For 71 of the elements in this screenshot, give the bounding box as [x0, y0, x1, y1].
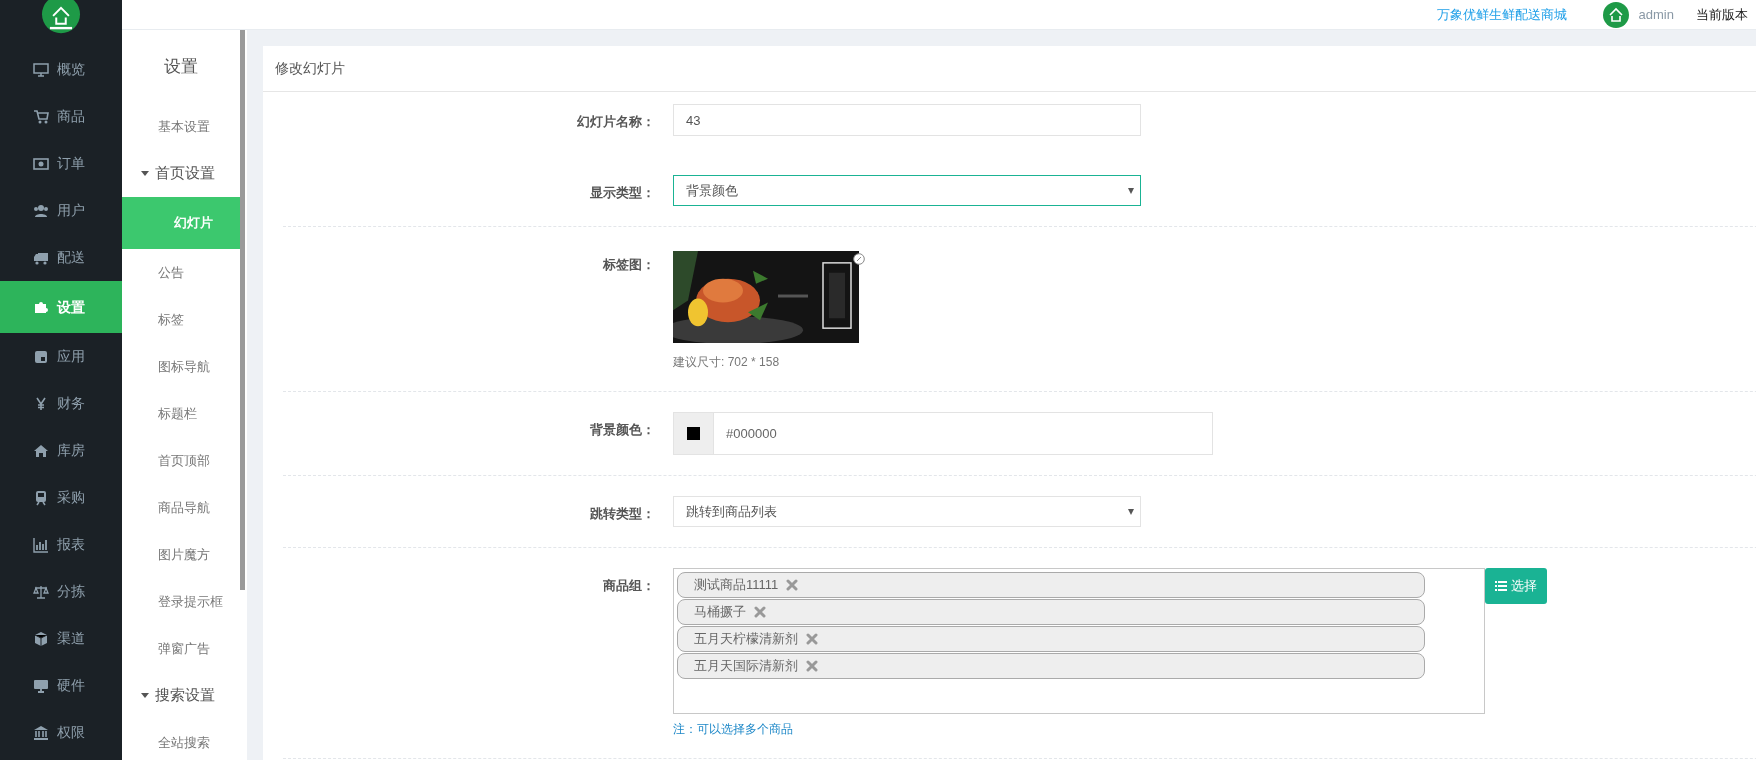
color-field[interactable]: #000000 — [673, 412, 1213, 455]
sidebar-group[interactable]: 首页设置 — [122, 150, 240, 197]
nav-item[interactable]: 分拣 — [0, 568, 122, 615]
nav-item[interactable]: 权限 — [0, 709, 122, 756]
nav-item[interactable]: 报表 — [0, 521, 122, 568]
panel-title: 修改幻灯片 — [263, 46, 1756, 92]
nav-item[interactable]: 配送 — [0, 234, 122, 281]
size-hint: 建议尺寸: 702 * 158 — [673, 354, 781, 371]
puzzle-icon — [33, 299, 49, 315]
caret-icon — [141, 693, 149, 698]
remove-icon[interactable] — [786, 579, 799, 591]
sidebar-item[interactable]: 标签 — [122, 296, 240, 343]
sidebar-item[interactable]: 图标导航 — [122, 343, 240, 390]
nav-item[interactable]: 应用 — [0, 333, 122, 380]
sidebar-item[interactable]: 登录提示框 — [122, 578, 240, 625]
yen-icon — [33, 395, 49, 412]
users-icon — [33, 202, 49, 219]
field-label: 标签图： — [602, 256, 656, 274]
sidebar-group[interactable]: 搜索设置 — [122, 672, 240, 719]
cart-icon — [33, 108, 49, 125]
tag-text: 五月天柠檬清新剂 — [694, 630, 798, 649]
nav-item[interactable]: 商品 — [0, 93, 122, 140]
field-label: 跳转类型： — [589, 505, 656, 523]
sidebar-item[interactable]: 图片魔方 — [122, 531, 240, 578]
nav-item[interactable]: 采购 — [0, 474, 122, 521]
scale-icon — [33, 583, 49, 600]
nav-item[interactable]: 概览 — [0, 46, 122, 93]
desktop-icon — [33, 677, 49, 694]
select-field[interactable]: 背景颜色 — [673, 175, 1141, 206]
nav-item[interactable]: 财务 — [0, 380, 122, 427]
home-icon — [33, 442, 49, 459]
sidebar-item[interactable]: 弹窗广告 — [122, 625, 240, 672]
sidebar-item[interactable]: 首页顶部 — [122, 437, 240, 484]
tag-box[interactable]: 测试商品11111 马桶撅子 五月天柠檬清新剂 五月天国际清新剂 — [673, 568, 1485, 714]
tag-text: 测试商品11111 — [694, 576, 779, 595]
banknote-icon — [33, 155, 49, 172]
tag-text: 五月天国际清新剂 — [694, 657, 798, 676]
sidebar-item[interactable]: 商品导航 — [122, 484, 240, 531]
field-label: 幻灯片名称： — [576, 113, 656, 131]
scrollbar[interactable] — [240, 30, 245, 590]
train-icon — [33, 489, 49, 506]
sidebar-item[interactable]: 全站搜索 — [122, 719, 240, 760]
sidebar-item[interactable]: 标题栏 — [122, 390, 240, 437]
field-label: 背景颜色： — [589, 421, 656, 439]
list-icon — [1495, 581, 1507, 591]
sidebar-title: 设置 — [163, 55, 199, 78]
remove-icon[interactable] — [806, 633, 818, 645]
sidebar-item[interactable]: 公告 — [122, 249, 240, 296]
nav-item[interactable]: 用户 — [0, 187, 122, 234]
note-text: 注：可以选择多个商品 — [673, 721, 794, 738]
field-label: 显示类型： — [589, 184, 656, 202]
version-label: 当前版本 — [1696, 5, 1748, 24]
caret-icon — [141, 171, 149, 176]
bank-icon — [33, 724, 49, 741]
nav-item[interactable]: 硬件 — [0, 662, 122, 709]
nav-item[interactable]: 订单 — [0, 140, 122, 187]
monitor-icon — [33, 61, 49, 78]
remove-icon[interactable] — [806, 660, 818, 672]
cube-icon — [33, 630, 49, 647]
field-label: 商品组： — [602, 577, 656, 595]
nav-item[interactable]: 渠道 — [0, 615, 122, 662]
color-swatch[interactable] — [687, 427, 700, 440]
nav-item[interactable]: 库房 — [0, 427, 122, 474]
bar-chart-icon — [33, 536, 49, 553]
remove-icon[interactable] — [754, 606, 766, 618]
input-field[interactable]: 43 — [673, 104, 1141, 136]
select-field[interactable]: 跳转到商品列表 — [673, 496, 1141, 527]
square-icon — [33, 348, 49, 365]
tag-text: 马桶撅子 — [694, 603, 746, 622]
sidebar-item[interactable]: 基本设置 — [122, 103, 240, 150]
close-icon[interactable] — [853, 252, 865, 265]
